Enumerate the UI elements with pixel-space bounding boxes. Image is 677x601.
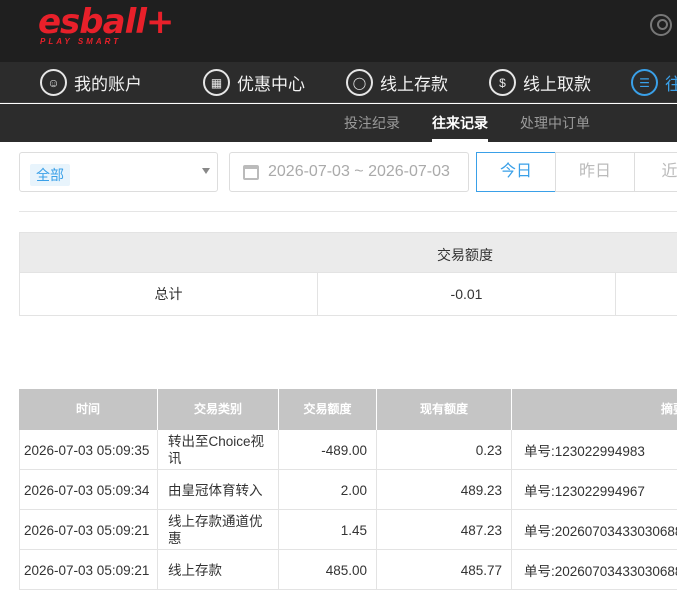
withdraw-icon: $ — [489, 69, 516, 96]
records-icon: ☰ — [631, 69, 658, 96]
cell-amount: 485.00 — [279, 550, 377, 590]
date-range-picker[interactable]: 2026-07-03 ~ 2026-07-03 — [229, 152, 469, 192]
cell-note: 单号:123022994967 — [512, 470, 677, 510]
tab-transaction-records[interactable]: 往来记录 — [432, 104, 488, 142]
page: esball+ PLAY SMART ☺ 我的账户 ▦ 优惠中心 ◯ 线上存款 … — [0, 0, 677, 601]
cell-balance: 485.77 — [377, 550, 512, 590]
summary-total-label: 总计 — [20, 273, 318, 315]
summary-header: 交易额度 — [19, 232, 677, 273]
cell-type: 转出至Choice视讯 — [158, 430, 279, 470]
nav-withdraw[interactable]: $ 线上取款 — [489, 62, 591, 103]
nav-label: 线上存款 — [380, 75, 448, 94]
user-icon: ☺ — [40, 69, 67, 96]
logo-text: esball+ — [38, 2, 174, 42]
nav-promotions[interactable]: ▦ 优惠中心 — [203, 62, 305, 103]
today-button[interactable]: 今日 — [476, 152, 556, 192]
date-range-text: 2026-07-03 ~ 2026-07-03 — [268, 163, 450, 180]
cell-note: 单号:20260703433030688 — [512, 550, 677, 590]
col-time: 时间 — [19, 389, 158, 430]
chevron-down-icon — [202, 168, 210, 174]
cell-type: 线上存款 — [158, 550, 279, 590]
sub-nav: 投注纪录 往来记录 处理中订单 — [0, 104, 677, 142]
col-note: 摘要 — [512, 389, 677, 430]
table-row: 2026-07-03 05:09:34 由皇冠体育转入 2.00 489.23 … — [19, 470, 677, 510]
cell-type: 线上存款通道优惠 — [158, 510, 279, 550]
selected-type-tag[interactable]: 全部 — [30, 164, 70, 186]
col-type: 交易类别 — [158, 389, 279, 430]
col-balance: 现有额度 — [377, 389, 512, 430]
col-amount: 交易额度 — [279, 389, 377, 430]
nav-label: 往 — [665, 75, 677, 94]
tab-pending-orders[interactable]: 处理中订单 — [520, 104, 590, 142]
account-avatar-icon[interactable] — [650, 14, 672, 36]
transaction-type-select[interactable]: 全部 — [19, 152, 218, 192]
nav-deposit[interactable]: ◯ 线上存款 — [346, 62, 448, 103]
last-days-button[interactable]: 近8 — [634, 152, 677, 192]
records-header: 时间 交易类别 交易额度 现有额度 摘要 — [19, 389, 677, 430]
summary-row: 总计 -0.01 — [19, 273, 677, 316]
cell-note: 单号:123022994983 — [512, 430, 677, 470]
divider — [19, 211, 677, 212]
deposit-icon: ◯ — [346, 69, 373, 96]
cell-type: 由皇冠体育转入 — [158, 470, 279, 510]
table-row: 2026-07-03 05:09:21 线上存款 485.00 485.77 单… — [19, 550, 677, 590]
nav-my-account[interactable]: ☺ 我的账户 — [40, 62, 142, 103]
cell-note: 单号:20260703433030688 — [512, 510, 677, 550]
main-nav: ☺ 我的账户 ▦ 优惠中心 ◯ 线上存款 $ 线上取款 ☰ 往 — [0, 62, 677, 103]
cell-balance: 489.23 — [377, 470, 512, 510]
table-row: 2026-07-03 05:09:21 线上存款通道优惠 1.45 487.23… — [19, 510, 677, 550]
cell-amount: 2.00 — [279, 470, 377, 510]
gift-icon: ▦ — [203, 69, 230, 96]
nav-records[interactable]: ☰ 往 — [631, 62, 677, 103]
cell-balance: 487.23 — [377, 510, 512, 550]
yesterday-button[interactable]: 昨日 — [555, 152, 635, 192]
tab-bet-records[interactable]: 投注纪录 — [344, 104, 400, 142]
nav-label: 优惠中心 — [237, 75, 305, 94]
cell-amount: -489.00 — [279, 430, 377, 470]
summary-header-label: 交易额度 — [437, 247, 493, 263]
cell-time: 2026-07-03 05:09:21 — [20, 510, 158, 550]
cell-time: 2026-07-03 05:09:35 — [20, 430, 158, 470]
top-bar: esball+ PLAY SMART — [0, 0, 677, 62]
cell-time: 2026-07-03 05:09:21 — [20, 550, 158, 590]
cell-time: 2026-07-03 05:09:34 — [20, 470, 158, 510]
esball-logo[interactable]: esball+ PLAY SMART — [38, 2, 174, 46]
cell-amount: 1.45 — [279, 510, 377, 550]
calendar-icon — [243, 165, 259, 180]
logo-tagline: PLAY SMART — [40, 37, 122, 46]
table-row: 2026-07-03 05:09:35 转出至Choice视讯 -489.00 … — [19, 430, 677, 470]
nav-label: 我的账户 — [74, 75, 142, 94]
nav-label: 线上取款 — [523, 75, 591, 94]
summary-total-amount: -0.01 — [318, 273, 616, 315]
cell-balance: 0.23 — [377, 430, 512, 470]
